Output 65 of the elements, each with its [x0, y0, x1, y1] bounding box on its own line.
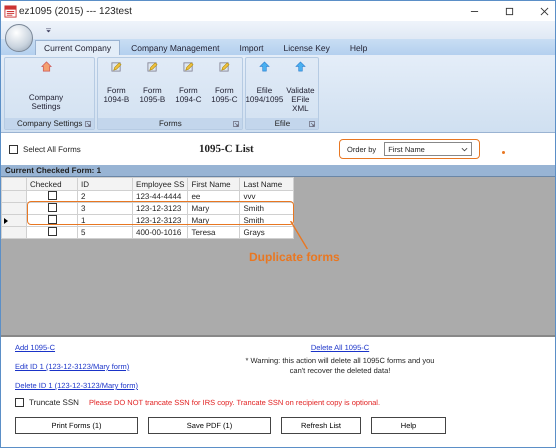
table-cell: 5	[78, 226, 132, 238]
table-cell: Smith	[240, 214, 294, 226]
list-title: 1095-C List	[199, 143, 255, 155]
row-checkbox[interactable]	[48, 215, 56, 224]
ribbon-button[interactable]: Company Settings	[5, 58, 87, 118]
ribbon-tab[interactable]: Import	[230, 40, 273, 55]
ribbon-tab[interactable]: Current Company	[35, 40, 120, 55]
truncate-ssn-checkbox[interactable]: Truncate SSN	[15, 398, 79, 407]
group-title: Forms	[159, 119, 182, 128]
table-cell: 123-12-3123	[132, 202, 188, 214]
dialog-launcher-icon[interactable]	[233, 121, 240, 127]
ribbon-tab[interactable]: Company Management	[122, 40, 228, 55]
row-checkbox[interactable]	[48, 191, 56, 200]
window-title: ez1095 (2015) --- 123test	[19, 6, 132, 16]
annotation-dot	[502, 151, 505, 154]
ribbon-button[interactable]: Validate EFile XML	[282, 58, 318, 118]
status-bar: Current Checked Form: 1	[1, 165, 555, 177]
pencil-form-icon	[182, 61, 194, 72]
dialog-launcher-icon[interactable]	[85, 121, 92, 127]
up-arrow-icon	[294, 61, 306, 72]
row-header[interactable]	[2, 214, 26, 226]
column-header[interactable]: Checked	[26, 178, 78, 190]
table-cell: 400-00-1016	[132, 226, 188, 238]
table-cell: Teresa	[188, 226, 240, 238]
ribbon-button[interactable]: Form 1094-B	[98, 58, 134, 118]
row-checkbox[interactable]	[48, 203, 56, 212]
table-cell: 123-12-3123	[132, 214, 188, 226]
table-cell: 123-44-4444	[132, 190, 188, 202]
dropdown-icon[interactable]	[46, 28, 51, 32]
table-cell: vvv	[240, 190, 294, 202]
application-orb[interactable]	[5, 24, 33, 52]
group-title: Efile	[274, 119, 290, 128]
close-icon[interactable]	[540, 6, 549, 16]
select-all-checkbox[interactable]: Select All Forms	[9, 144, 199, 154]
up-arrow-icon	[258, 61, 270, 72]
ribbon-button[interactable]: Efile 1094/1095	[246, 58, 282, 118]
row-checkbox[interactable]	[48, 227, 56, 236]
ribbon-tab[interactable]: Help	[340, 40, 376, 55]
ribbon-button[interactable]: Form 1095-B	[134, 58, 170, 118]
chevron-down-icon	[461, 146, 468, 152]
annotation-text: Duplicate forms	[249, 250, 340, 264]
pencil-form-icon	[146, 61, 158, 72]
pencil-form-icon	[110, 61, 122, 72]
dialog-launcher-icon[interactable]	[309, 121, 316, 127]
table-cell: Grays	[240, 226, 294, 238]
column-header[interactable]: First Name	[188, 178, 240, 190]
pencil-form-icon	[218, 61, 230, 72]
ribbon-tab[interactable]: License Key	[274, 40, 339, 55]
house-icon	[40, 61, 52, 72]
table-cell: Smith	[240, 202, 294, 214]
leader-line	[289, 221, 309, 249]
table-cell: ee	[188, 190, 240, 202]
column-header[interactable]: Employee SS	[132, 178, 188, 190]
table-cell: 1	[78, 214, 132, 226]
app-icon	[4, 4, 17, 18]
column-header[interactable]: ID	[78, 178, 132, 190]
group-title: Company Settings	[17, 119, 82, 128]
ribbon-button[interactable]: Form 1094-C	[170, 58, 206, 118]
table-cell: Mary	[188, 202, 240, 214]
ribbon-button[interactable]: Form 1095-C	[206, 58, 242, 118]
table-cell: Mary	[188, 214, 240, 226]
table-cell: 3	[78, 202, 132, 214]
column-header[interactable]: Last Name	[240, 178, 294, 190]
table-cell: 2	[78, 190, 132, 202]
maximize-icon[interactable]	[505, 6, 514, 16]
